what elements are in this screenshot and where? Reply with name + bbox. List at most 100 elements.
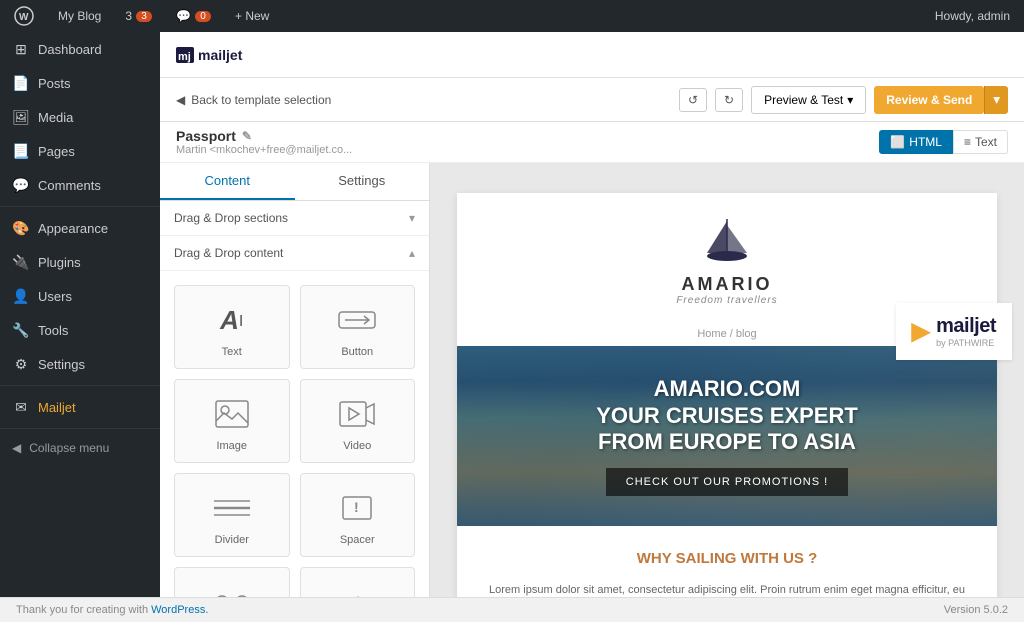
review-send-wrapper: Review & Send ▾ xyxy=(874,86,1008,114)
sidebar-item-plugins[interactable]: 🔌 Plugins xyxy=(0,245,160,279)
brand-name: AMARIO xyxy=(457,274,997,295)
svg-text:mj: mj xyxy=(178,51,191,63)
review-send-dropdown-button[interactable]: ▾ xyxy=(984,86,1008,114)
content-items-grid: AI Text Button xyxy=(160,271,429,622)
why-title: WHY SAILING WITH US ? xyxy=(489,550,965,567)
video-block-icon xyxy=(338,396,376,432)
campaign-info-left: Passport ✎ Martin <mkochev+free@mailjet.… xyxy=(176,128,352,156)
media-icon: 🖼 xyxy=(12,108,30,126)
campaign-title: Passport ✎ xyxy=(176,128,352,144)
toolbar-right: ↺ ↻ Preview & Test ▾ Review & Send ▾ xyxy=(679,86,1008,114)
footer-left: Thank you for creating with WordPress. xyxy=(160,604,208,616)
content-item-image[interactable]: Image xyxy=(174,379,290,463)
tab-text[interactable]: ≡ Text xyxy=(953,130,1008,154)
mj-arrow-icon: ▶ xyxy=(912,317,930,346)
drag-drop-content-header[interactable]: Drag & Drop content ▴ xyxy=(160,236,429,271)
sidebar-item-users[interactable]: 👤 Users xyxy=(0,279,160,313)
appearance-icon: 🎨 xyxy=(12,219,30,237)
new-content[interactable]: + New xyxy=(229,0,275,32)
sidebar-item-pages[interactable]: 📃 Pages xyxy=(0,134,160,168)
panel-tabs: Content Settings xyxy=(160,163,429,201)
back-arrow-icon: ◀ xyxy=(176,93,185,107)
review-send-button[interactable]: Review & Send xyxy=(874,86,984,114)
plugins-icon: 🔌 xyxy=(12,253,30,271)
updates-badge: 3 xyxy=(136,11,152,22)
admin-bar: W My Blog 3 3 💬 0 + New Howdy, admin xyxy=(0,0,1024,32)
sidebar-item-mailjet[interactable]: ✉ Mailjet xyxy=(0,390,160,424)
sidebar-separator-1 xyxy=(0,206,160,207)
sidebar-item-tools[interactable]: 🔧 Tools xyxy=(0,313,160,347)
image-block-icon xyxy=(214,396,250,432)
mj-pathwire-text: by PATHWIRE xyxy=(936,338,996,348)
content-chevron-icon: ▴ xyxy=(409,246,415,260)
tab-content[interactable]: Content xyxy=(160,163,295,200)
content-item-spacer[interactable]: ! Spacer xyxy=(300,473,416,557)
preview-area[interactable]: ▶ mailjet by PATHWIRE xyxy=(430,163,1024,622)
mj-logo-text: mailjet xyxy=(936,315,996,338)
tools-icon: 🔧 xyxy=(12,321,30,339)
sections-chevron-icon: ▾ xyxy=(409,211,415,225)
page-footer: Thank you for creating with WordPress. V… xyxy=(160,597,1024,622)
sidebar-item-settings[interactable]: ⚙ Settings xyxy=(0,347,160,381)
mailjet-watermark: ▶ mailjet by PATHWIRE xyxy=(896,303,1012,360)
hero-line1: AMARIO.COM xyxy=(596,376,858,402)
comments[interactable]: 💬 0 xyxy=(170,0,217,32)
mailjet-logo: mj mailjet xyxy=(176,43,266,67)
wordpress-link[interactable]: WordPress. xyxy=(160,604,208,616)
divider-block-icon xyxy=(212,490,252,526)
html-icon: ⬜ xyxy=(890,135,905,149)
campaign-info-bar: Passport ✎ Martin <mkochev+free@mailjet.… xyxy=(160,122,1024,163)
svg-text:mailjet: mailjet xyxy=(198,47,243,63)
updates[interactable]: 3 3 xyxy=(119,0,158,32)
posts-icon: 📄 xyxy=(12,74,30,92)
comments-badge: 0 xyxy=(195,11,211,22)
mailjet-icon: ✉ xyxy=(12,398,30,416)
sidebar-item-appearance[interactable]: 🎨 Appearance xyxy=(0,211,160,245)
sidebar-separator-3 xyxy=(0,428,160,429)
redo-button[interactable]: ↻ xyxy=(715,88,743,112)
content-item-divider[interactable]: Divider xyxy=(174,473,290,557)
pages-icon: 📃 xyxy=(12,142,30,160)
hero-line3: FROM EUROPE TO ASIA xyxy=(596,429,858,455)
footer-version: Version 5.0.2 xyxy=(944,604,1008,616)
editor-toolbar: ◀ Back to template selection ↺ ↻ Preview… xyxy=(160,78,1024,122)
campaign-subtitle: Martin <mkochev+free@mailjet.co... xyxy=(176,144,352,156)
drag-drop-sections-header[interactable]: Drag & Drop sections ▾ xyxy=(160,201,429,236)
spacer-block-icon: ! xyxy=(339,490,375,526)
back-to-template-button[interactable]: ◀ Back to template selection xyxy=(176,93,331,107)
button-block-icon xyxy=(337,302,377,338)
boat-logo xyxy=(697,217,757,270)
sidebar-separator-2 xyxy=(0,385,160,386)
content-item-button[interactable]: Button xyxy=(300,285,416,369)
preview-test-button[interactable]: Preview & Test ▾ xyxy=(751,86,866,114)
view-tabs: ⬜ HTML ≡ Text xyxy=(879,130,1008,154)
email-hero: AMARIO.COM YOUR CRUISES EXPERT FROM EURO… xyxy=(457,346,997,526)
edit-title-icon[interactable]: ✎ xyxy=(242,129,252,143)
svg-text:W: W xyxy=(19,12,29,23)
collapse-menu-button[interactable]: ◀ Collapse menu xyxy=(0,433,160,463)
howdy[interactable]: Howdy, admin xyxy=(929,0,1016,32)
sidebar-item-media[interactable]: 🖼 Media xyxy=(0,100,160,134)
settings-icon: ⚙ xyxy=(12,355,30,373)
undo-button[interactable]: ↺ xyxy=(679,88,707,112)
sidebar-item-dashboard[interactable]: ⊞ Dashboard xyxy=(0,32,160,66)
hero-cta-button[interactable]: CHECK OUT OUR PROMOTIONS ! xyxy=(606,468,848,496)
tab-html[interactable]: ⬜ HTML xyxy=(879,130,953,154)
mailjet-header: mj mailjet xyxy=(160,32,1024,78)
text-view-icon: ≡ xyxy=(964,135,971,149)
site-name[interactable]: My Blog xyxy=(52,0,107,32)
tab-settings[interactable]: Settings xyxy=(295,163,430,200)
sidebar-item-posts[interactable]: 📄 Posts xyxy=(0,66,160,100)
collapse-arrow-icon: ◀ xyxy=(12,441,21,455)
content-item-text[interactable]: AI Text xyxy=(174,285,290,369)
wp-logo[interactable]: W xyxy=(8,0,40,32)
main-content: mj mailjet ◀ Back to template selection … xyxy=(160,32,1024,622)
email-preview: AMARIO Freedom travellers Home / blog AM… xyxy=(457,193,997,622)
content-item-video[interactable]: Video xyxy=(300,379,416,463)
dashboard-icon: ⊞ xyxy=(12,40,30,58)
sidebar-item-comments[interactable]: 💬 Comments xyxy=(0,168,160,202)
comments-icon: 💬 xyxy=(12,176,30,194)
sidebar: ⊞ Dashboard 📄 Posts 🖼 Media 📃 Pages 💬 Co… xyxy=(0,32,160,622)
left-panel: Content Settings Drag & Drop sections ▾ … xyxy=(160,163,430,622)
users-icon: 👤 xyxy=(12,287,30,305)
